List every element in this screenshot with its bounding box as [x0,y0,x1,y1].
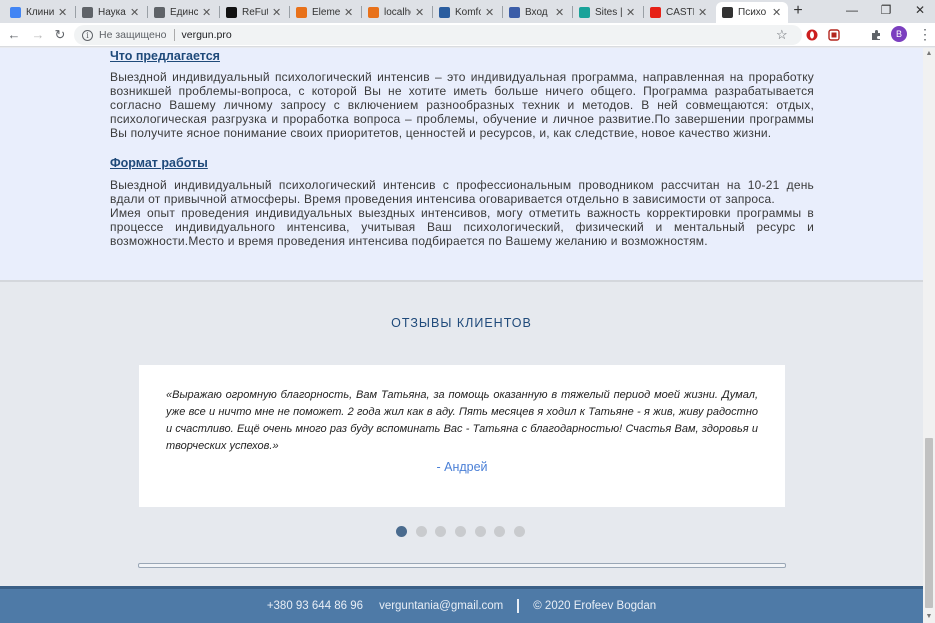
about-section: Что предлагается Выездной индивидуальный… [0,48,923,280]
extension-box-icon[interactable] [828,28,840,41]
review-author: - Андрей [436,460,488,474]
browser-tab-strip: Клиник✕Наука✕Единст✕ReFutu✕Elemen✕localh… [0,0,935,23]
tab-close-icon[interactable]: ✕ [344,6,354,19]
browser-tab[interactable]: Elemen ✕ [290,2,360,23]
tab-close-icon[interactable]: ✕ [272,6,282,19]
carousel-dot-3[interactable] [435,526,447,537]
omnibox-divider [173,29,175,41]
browser-tab-label: ReFutu [242,7,268,18]
carousel-dot-1[interactable] [396,526,407,537]
minimize-button[interactable]: — [842,3,862,17]
page-viewport: Что предлагается Выездной индивидуальный… [0,48,923,623]
carousel-progress-track [138,563,786,568]
reviews-section: ОТЗЫВЫ КЛИЕНТОВ «Выражаю огромную благор… [0,280,923,585]
browser-tab-label: Sites | [595,7,622,18]
scroll-down-arrow-icon[interactable]: ▼ [923,611,935,623]
carousel-dot-6[interactable] [494,526,506,537]
browser-tab[interactable]: Психо ✕ [716,2,788,23]
url-text[interactable]: vergun.pro [182,29,232,41]
browser-tab[interactable]: localho ✕ [362,2,431,23]
extensions-puzzle-icon[interactable] [870,28,882,40]
scroll-up-arrow-icon[interactable]: ▲ [923,48,935,60]
bookmark-star-icon[interactable]: ☆ [776,27,788,43]
page-footer: +380 93 644 86 96 verguntania@gmail.com … [0,586,923,623]
browser-tab[interactable]: Вход в ✕ [503,2,571,23]
browser-tab-label: Elemen [312,7,340,18]
tab-close-icon[interactable]: ✕ [626,6,636,19]
forward-button[interactable]: → [30,27,46,42]
elementor-icon [296,7,307,18]
address-bar: ← → ↻ i Не защищено vergun.pro ☆ B ⋮ [0,23,935,47]
tab-close-icon[interactable]: ✕ [58,6,68,19]
globe-icon [154,7,165,18]
security-label: Не защищено [99,29,167,41]
footer-phone[interactable]: +380 93 644 86 96 [267,600,363,612]
tab-close-icon[interactable]: ✕ [485,6,495,19]
sites-icon [579,7,590,18]
youtube-icon [650,7,661,18]
browser-tab-label: Вход в [525,7,551,18]
browser-tab[interactable]: CASTLI ✕ [644,2,714,23]
footer-copyright: © 2020 Erofeev Bogdan [533,600,657,612]
tab-close-icon[interactable]: ✕ [202,6,212,19]
back-button[interactable]: ← [6,27,22,42]
omnibox[interactable]: i Не защищено vergun.pro [74,25,802,45]
offer-heading[interactable]: Что предлагается [110,49,220,63]
browser-tab-label: CASTLI [666,7,694,18]
profile-avatar[interactable]: B [891,26,907,42]
format-paragraph-2: Имея опыт проведения индивидуальных выез… [110,206,814,248]
browser-tab-label: Единст [170,7,198,18]
browser-tab-label: Психо [738,7,767,18]
login-icon [509,7,520,18]
extension-opera-icon[interactable] [806,28,818,41]
review-quote: «Выражаю огромную благорность, Вам Татья… [166,389,758,452]
footer-email[interactable]: verguntania@gmail.com [379,600,503,612]
reviews-title: ОТЗЫВЫ КЛИЕНТОВ [391,316,532,330]
browser-tab[interactable]: Sites | ✕ [573,2,642,23]
browser-tab[interactable]: Единст ✕ [148,2,218,23]
restore-button[interactable]: ❐ [876,3,896,17]
reload-button[interactable]: ↻ [52,27,68,43]
format-paragraph-1: Выездной индивидуальный психологический … [110,178,814,206]
browser-tab-label: Наука [98,7,126,18]
browser-menu-icon[interactable]: ⋮ [918,26,932,43]
browser-tab-label: localho [384,7,411,18]
carousel-dot-7[interactable] [514,526,526,537]
page-scrollbar[interactable]: ▲ ▼ [923,48,935,623]
docs-icon [10,7,21,18]
close-window-button[interactable]: ✕ [910,3,930,17]
carousel-dot-5[interactable] [474,526,486,537]
globe-icon [82,7,93,18]
localhost-icon [368,7,379,18]
new-tab-button[interactable]: + [790,2,806,20]
browser-tab[interactable]: Наука ✕ [76,2,146,23]
tab-close-icon[interactable]: ✕ [415,6,425,19]
browser-tab-label: Клиник [26,7,54,18]
carousel-dots [396,526,534,538]
browser-tab[interactable]: Клиник ✕ [4,2,74,23]
browser-tab[interactable]: ReFutu ✕ [220,2,288,23]
psy-icon [722,7,733,18]
tab-close-icon[interactable]: ✕ [698,6,708,19]
browser-tab-label: Komfor [455,7,481,18]
footer-separator [517,599,520,613]
format-heading[interactable]: Формат работы [110,156,208,170]
scroll-thumb[interactable] [925,438,933,608]
carousel-dot-2[interactable] [415,526,427,537]
review-card: «Выражаю огромную благорность, Вам Татья… [139,365,785,507]
komfort-icon [439,7,450,18]
carousel-dot-4[interactable] [455,526,467,537]
offer-paragraph: Выездной индивидуальный психологический … [110,70,814,140]
tab-close-icon[interactable]: ✕ [555,6,565,19]
refuture-icon [226,7,237,18]
tab-close-icon[interactable]: ✕ [772,6,782,19]
tab-close-icon[interactable]: ✕ [130,6,140,19]
browser-tab[interactable]: Komfor ✕ [433,2,501,23]
info-icon[interactable]: i [82,29,93,41]
